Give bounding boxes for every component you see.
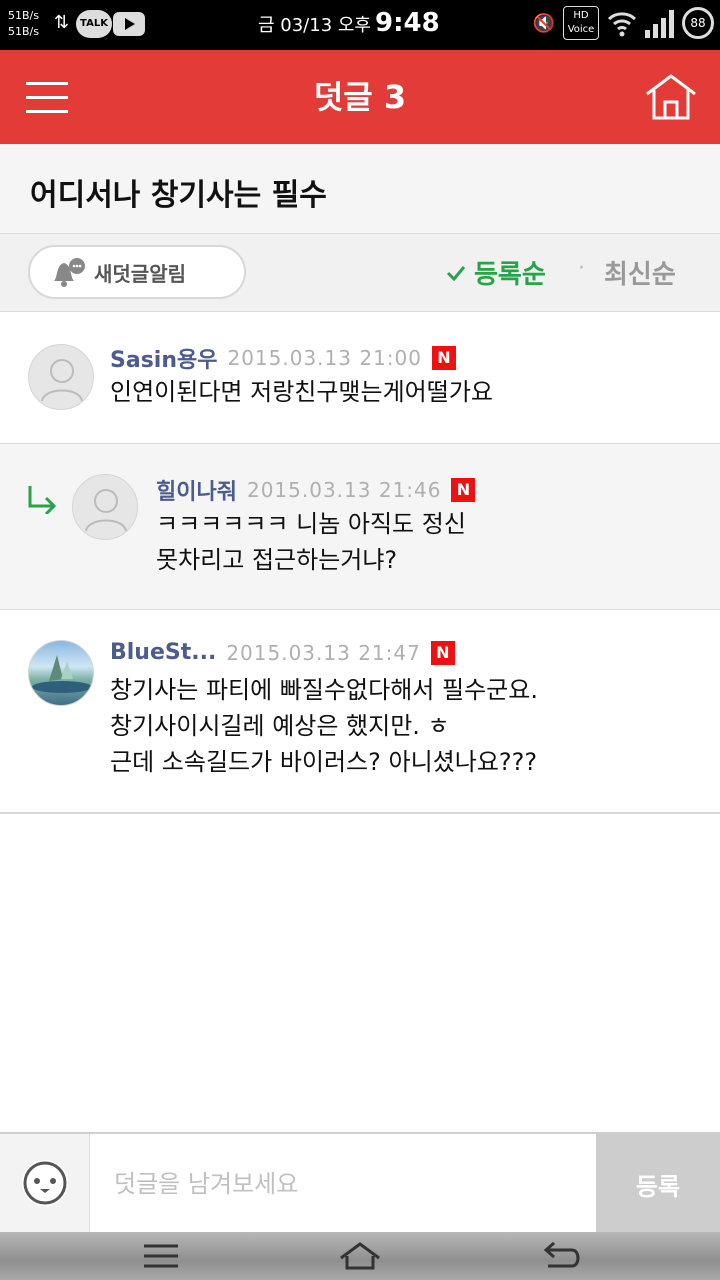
status-bar: 51B/s 51B/s ⇅ TALK 금 03/13 오후 9:48 🔇 HD V… — [0, 0, 720, 50]
status-clock: 금 03/13 오후 9:48 — [258, 8, 440, 38]
checkmark-icon — [446, 265, 466, 281]
comment-author[interactable]: Sasin용우 — [110, 342, 217, 374]
comment-header: BlueSt... 2015.03.13 21:47 N — [110, 640, 455, 665]
voice-label: Voice — [567, 24, 595, 35]
emoji-button[interactable] — [0, 1134, 90, 1234]
post-title-bar: 어디서나 창기사는 필수 — [0, 144, 720, 234]
comment-line: 창기사는 파티에 빠질수없다해서 필수군요. — [110, 676, 538, 704]
menu-nav-icon[interactable] — [136, 1238, 186, 1274]
avatar[interactable] — [28, 640, 94, 706]
new-badge: N — [451, 478, 476, 502]
back-nav-icon[interactable] — [534, 1238, 584, 1274]
comment-body: 창기사는 파티에 빠질수없다해서 필수군요. 창기사이시길레 예상은 했지만. … — [110, 672, 538, 780]
scenery-avatar-image — [32, 655, 92, 693]
default-avatar-icon — [85, 489, 127, 532]
net-down-speed: 51B/s — [8, 25, 39, 38]
status-icons: 🔇 HD Voice 88 — [533, 6, 714, 40]
sort-registered-button[interactable]: 등록순 — [446, 254, 546, 291]
mute-icon: 🔇 — [532, 12, 555, 34]
new-comment-alert-label: 새덧글알림 — [94, 261, 186, 286]
comment-item: Sasin용우 2015.03.13 21:00 N 인연이된다면 저랑친구맺는… — [0, 312, 720, 444]
talk-notification-icon: TALK — [76, 10, 112, 38]
comment-date: 2015.03.13 21:00 — [227, 346, 422, 370]
comment-body: 인연이된다면 저랑친구맺는게어떨가요 — [110, 374, 493, 410]
sort-latest-button[interactable]: 최신순 — [604, 254, 676, 291]
home-nav-icon[interactable] — [335, 1238, 385, 1274]
app-bar: 덧글 3 — [0, 50, 720, 144]
new-comment-alert-button[interactable]: 새덧글알림 — [28, 245, 246, 299]
status-date: 금 03/13 오후 — [258, 15, 371, 36]
reply-arrow-icon — [28, 486, 57, 514]
comment-item: BlueSt... 2015.03.13 21:47 N 창기사는 파티에 빠질… — [0, 610, 720, 814]
status-time: 9:48 — [375, 8, 440, 38]
comment-header: Sasin용우 2015.03.13 21:00 N — [110, 342, 456, 374]
youtube-notification-icon — [113, 12, 145, 36]
comment-date: 2015.03.13 21:46 — [246, 478, 442, 502]
net-up-speed: 51B/s — [8, 9, 39, 22]
page-title: 덧글 3 — [313, 78, 407, 116]
comment-date: 2015.03.13 21:47 — [226, 640, 421, 665]
comment-line: 인연이된다면 저랑친구맺는게어떨가요 — [110, 378, 493, 406]
bell-icon — [54, 258, 85, 287]
system-nav-bar — [0, 1232, 720, 1280]
home-icon[interactable] — [644, 72, 698, 122]
comment-author[interactable]: 힐이나줘 — [156, 474, 237, 506]
emoticon-icon — [22, 1160, 68, 1206]
default-avatar-icon — [41, 359, 83, 402]
post-title: 어디서나 창기사는 필수 — [30, 178, 327, 213]
avatar[interactable] — [72, 474, 138, 540]
comment-input[interactable] — [90, 1134, 596, 1234]
submit-comment-button[interactable]: 등록 — [596, 1134, 720, 1234]
new-badge: N — [430, 640, 455, 665]
battery-icon: 88 — [682, 7, 714, 39]
new-badge: N — [431, 346, 456, 370]
comment-line: ㅋㅋㅋㅋㅋㅋ 니놈 아직도 정신 — [156, 510, 466, 538]
wifi-icon — [607, 12, 637, 37]
reply-comment-item: 힐이나줘 2015.03.13 21:46 N ㅋㅋㅋㅋㅋㅋ 니놈 아직도 정신… — [0, 444, 720, 610]
avatar[interactable] — [28, 344, 94, 410]
comment-line: 창기사이시길레 예상은 했지만. ㅎ — [110, 712, 450, 740]
sort-registered-label: 등록순 — [474, 260, 546, 290]
comment-body: ㅋㅋㅋㅋㅋㅋ 니놈 아직도 정신 못차리고 접근하는거냐? — [156, 506, 466, 578]
sort-separator: · — [578, 256, 585, 281]
comment-line: 근데 소속길드가 바이러스? 아니셨나요??? — [110, 748, 538, 776]
hd-voice-icon: HD Voice — [563, 6, 599, 40]
network-speed: 51B/s 51B/s — [8, 8, 39, 40]
data-transfer-icon: ⇅ — [54, 12, 70, 33]
sort-bar: 새덧글알림 등록순 · 최신순 — [0, 234, 720, 312]
hd-label: HD — [573, 10, 589, 21]
comment-author[interactable]: BlueSt... — [110, 640, 216, 665]
comment-header: 힐이나줘 2015.03.13 21:46 N — [156, 474, 476, 506]
comment-input-bar: 등록 — [0, 1132, 720, 1234]
signal-icon — [645, 8, 674, 38]
comment-line: 못차리고 접근하는거냐? — [156, 546, 398, 574]
